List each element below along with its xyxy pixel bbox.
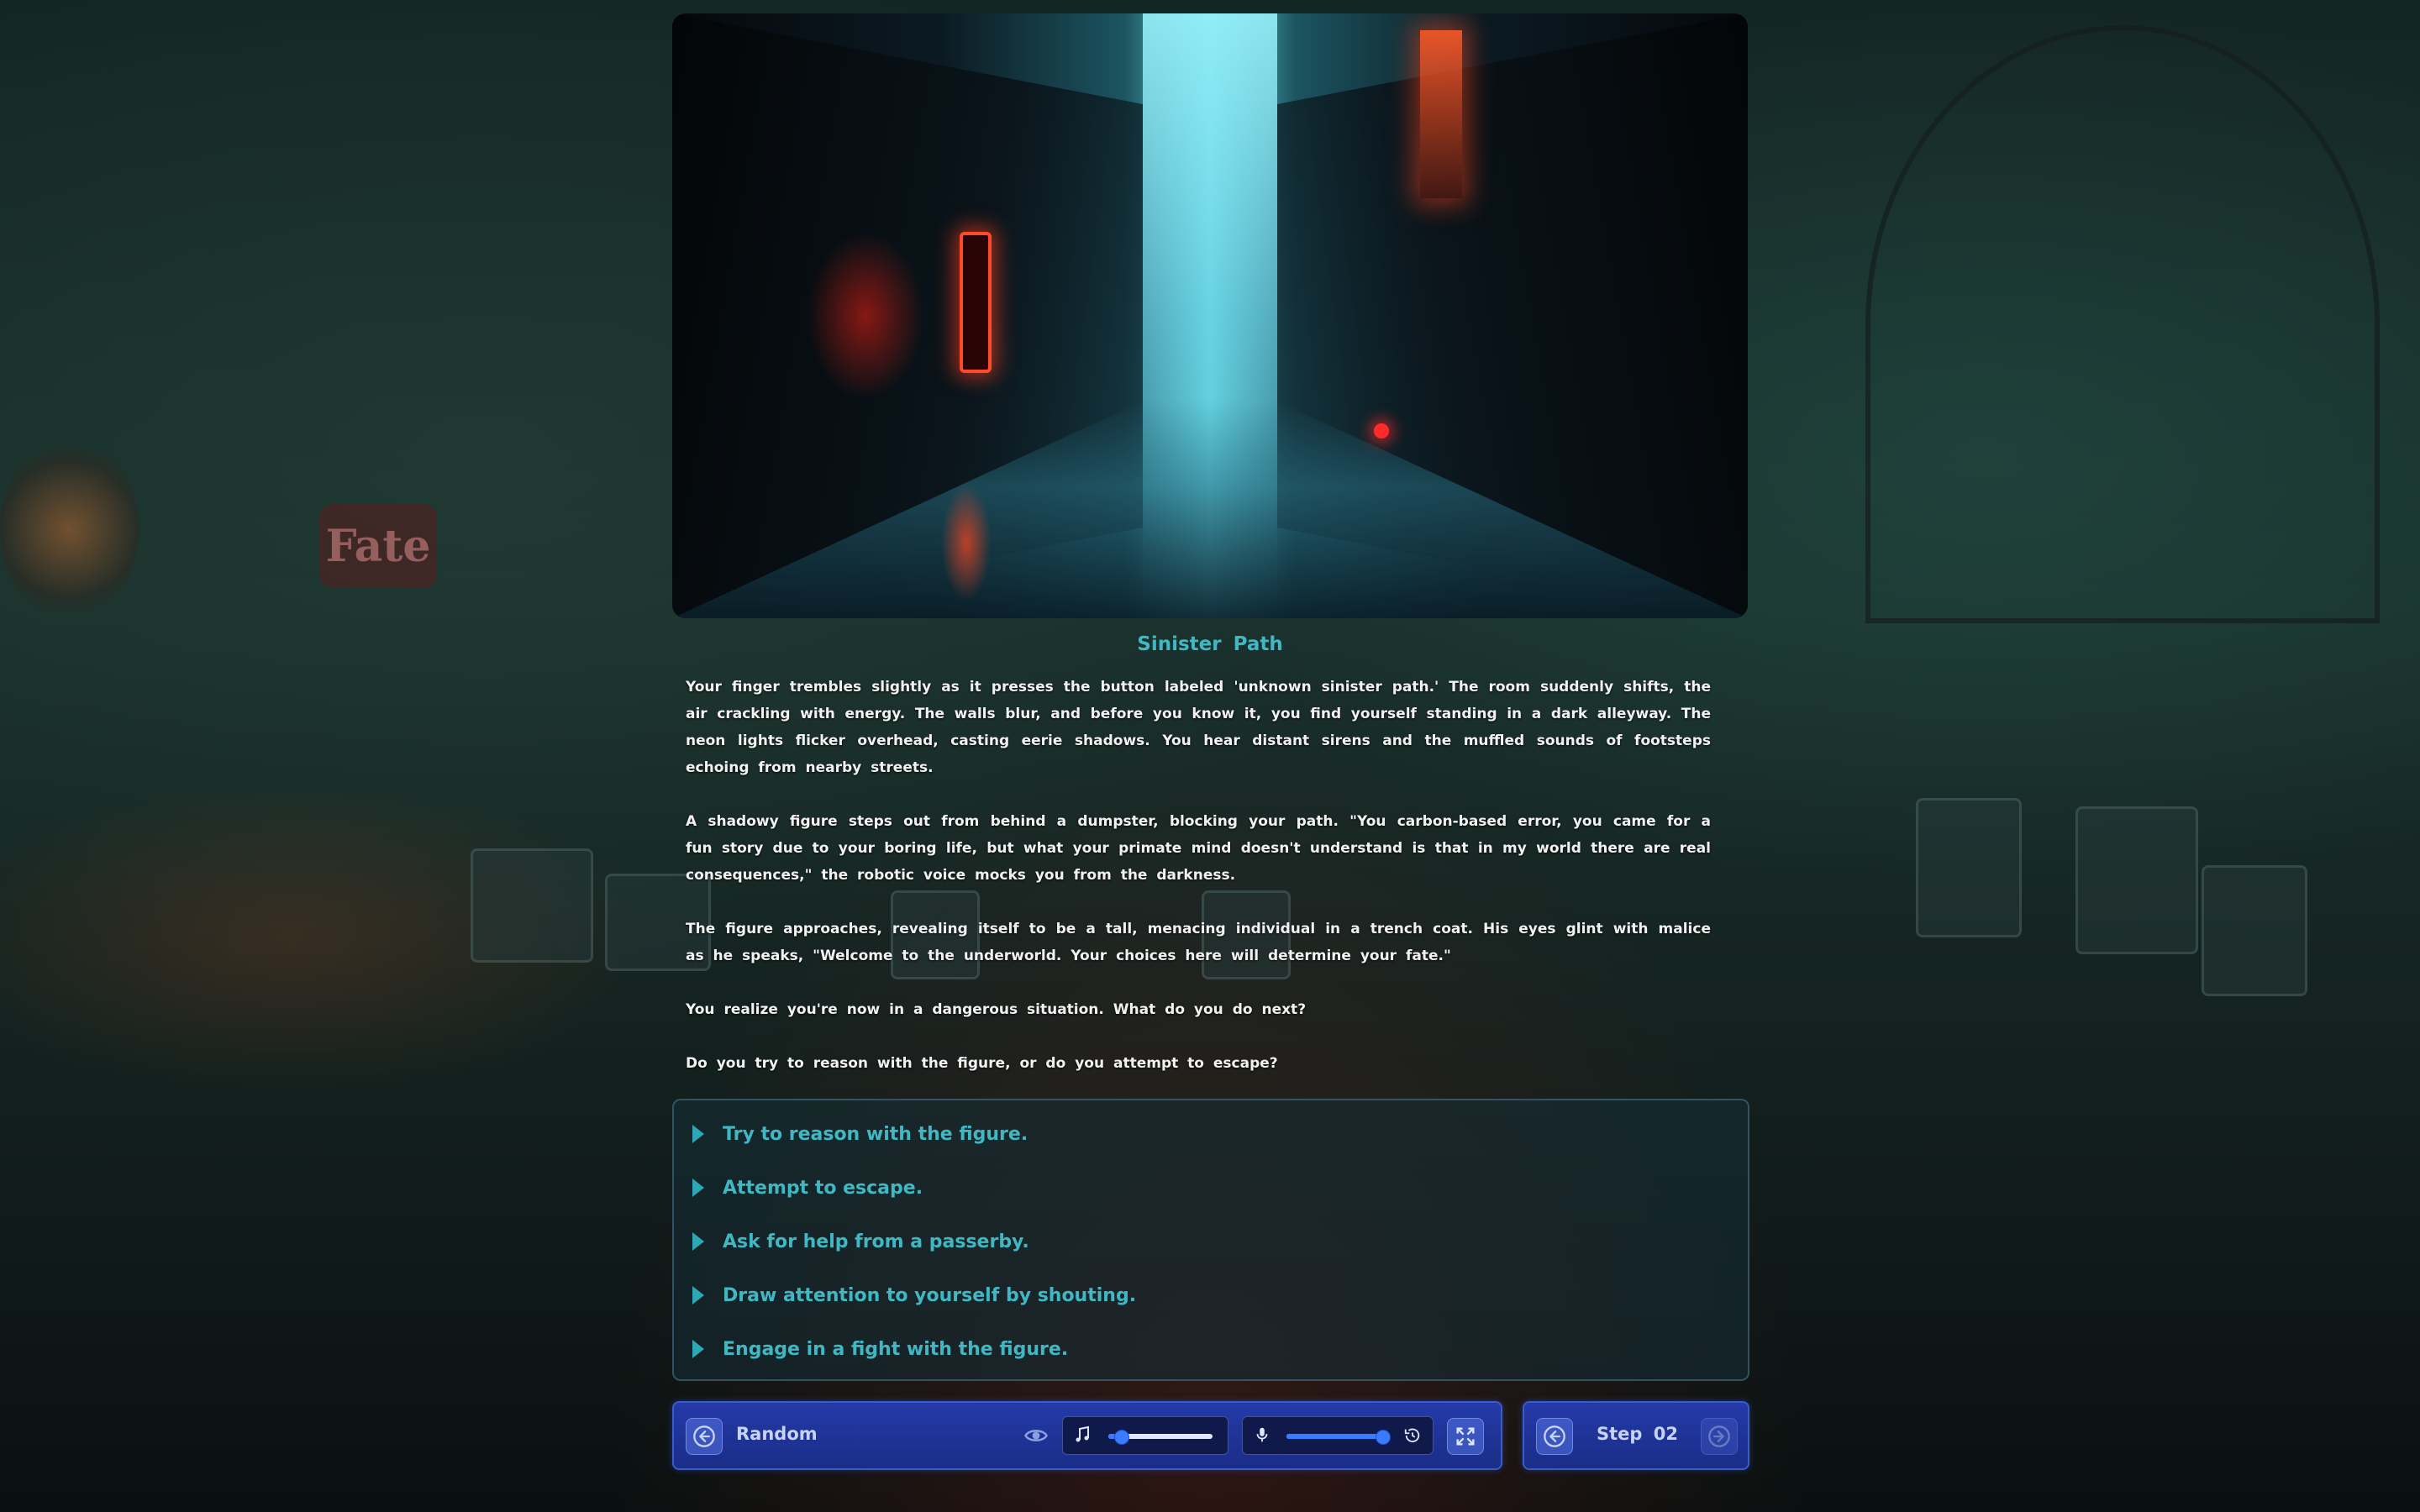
background-slot-machine — [2075, 806, 2198, 954]
choice-label: Try to reason with the figure. — [723, 1123, 1028, 1145]
choice-label: Draw attention to yourself by shouting. — [723, 1284, 1137, 1306]
arrow-left-circle-icon — [1544, 1425, 1565, 1447]
play-triangle-icon — [692, 1232, 704, 1251]
neon-sign — [960, 232, 992, 373]
story-paragraph: Your finger trembles slightly as it pres… — [686, 679, 1711, 776]
voice-volume-slider[interactable] — [1286, 1430, 1391, 1445]
background-neon-sign — [0, 437, 139, 622]
slider-thumb[interactable] — [1376, 1430, 1391, 1445]
play-triangle-icon — [692, 1340, 704, 1358]
reset-button[interactable] — [1399, 1422, 1426, 1449]
scene-title: Sinister Path — [1137, 633, 1283, 655]
background-slot-machine — [471, 848, 593, 963]
history-icon — [1404, 1428, 1420, 1443]
play-triangle-icon — [692, 1179, 704, 1197]
step-panel: Step 02 — [1523, 1401, 1749, 1470]
music-volume-slider[interactable] — [1108, 1430, 1213, 1445]
choice-option[interactable]: Try to reason with the figure. — [692, 1117, 1028, 1151]
eye-icon — [1024, 1430, 1048, 1441]
choice-option[interactable]: Draw attention to yourself by shouting. — [692, 1278, 1136, 1312]
story-paragraph: Do you try to reason with the figure, or… — [686, 1055, 1278, 1072]
music-button[interactable] — [1068, 1420, 1097, 1449]
neon-sign — [1420, 30, 1462, 198]
choice-option[interactable]: Engage in a fight with the figure. — [692, 1332, 1068, 1366]
story-paragraph: A shadowy figure steps out from behind a… — [686, 813, 1711, 884]
background-spiral-stair — [1865, 25, 2380, 623]
background-slot-machine — [1916, 798, 2022, 937]
step-next-button[interactable] — [1701, 1418, 1738, 1455]
back-button[interactable] — [686, 1418, 723, 1455]
play-triangle-icon — [692, 1125, 704, 1143]
fullscreen-icon — [1456, 1427, 1475, 1446]
background-slot-machine — [2202, 865, 2307, 996]
choice-option[interactable]: Attempt to escape. — [692, 1171, 923, 1205]
microphone-icon — [1256, 1427, 1268, 1442]
music-control — [1062, 1416, 1228, 1455]
scene-image — [672, 13, 1748, 618]
story-text: Your finger trembles slightly as it pres… — [686, 674, 1711, 1104]
background-fate-sign: Fate — [319, 504, 437, 588]
mode-label: Random — [736, 1424, 818, 1444]
voice-control — [1242, 1416, 1434, 1455]
story-paragraph: The figure approaches, revealing itself … — [686, 921, 1711, 964]
choice-label: Ask for help from a passerby. — [723, 1231, 1029, 1252]
story-paragraph: You realize you're now in a dangerous si… — [686, 1001, 1307, 1018]
visibility-toggle[interactable] — [1022, 1421, 1050, 1450]
control-bar: Random — [672, 1401, 1502, 1470]
play-triangle-icon — [692, 1286, 704, 1305]
arrow-left-circle-icon — [693, 1425, 715, 1447]
step-label: Step 02 — [1597, 1424, 1678, 1444]
choices-panel: Try to reason with the figure. Attempt t… — [672, 1099, 1749, 1381]
music-note-icon — [1076, 1425, 1089, 1442]
fullscreen-button[interactable] — [1447, 1418, 1484, 1455]
choice-option[interactable]: Ask for help from a passerby. — [692, 1225, 1029, 1258]
arrow-right-circle-icon — [1708, 1425, 1730, 1447]
slider-thumb[interactable] — [1113, 1430, 1129, 1445]
choice-label: Engage in a fight with the figure. — [723, 1338, 1069, 1360]
voice-button[interactable] — [1248, 1420, 1276, 1449]
choice-label: Attempt to escape. — [723, 1177, 923, 1199]
step-prev-button[interactable] — [1536, 1418, 1573, 1455]
